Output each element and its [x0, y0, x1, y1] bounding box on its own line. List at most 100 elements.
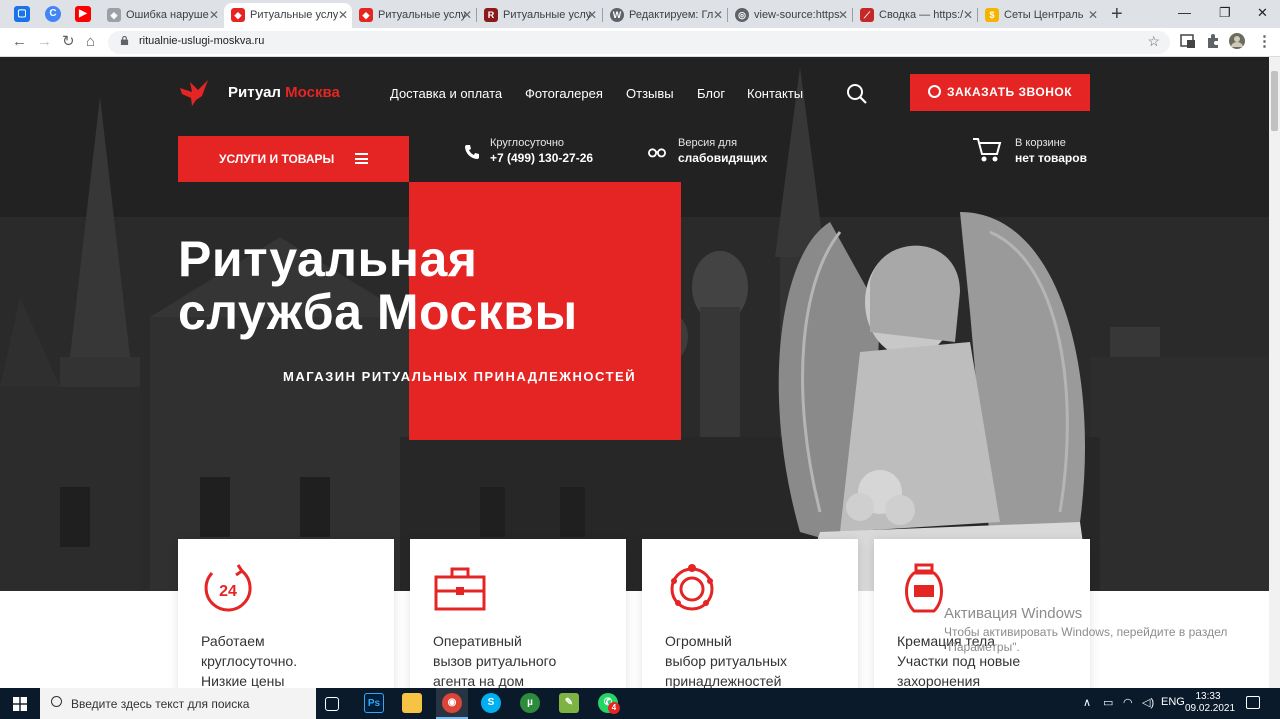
tab-close-icon[interactable]: ✕	[338, 3, 348, 28]
card-line: Низкие цены	[201, 673, 285, 688]
tab-title: Ритуальные услу	[250, 9, 339, 21]
card-line: выбор ритуальных	[665, 653, 788, 669]
volume-icon[interactable]: ◁)	[1142, 696, 1154, 709]
action-center-icon[interactable]	[1246, 696, 1260, 709]
tab-title: view-source:https	[754, 9, 840, 21]
taskbar-search-placeholder: Введите здесь текст для поиска	[71, 697, 250, 711]
minimize-icon[interactable]: —	[1178, 3, 1191, 23]
feature-card-agent[interactable]: Оперативный вызов ритуального агента на …	[410, 539, 626, 688]
network-icon[interactable]: ▭	[1103, 696, 1113, 709]
shopping-cart-icon[interactable]	[972, 137, 1002, 163]
tab-6[interactable]: ◎ view-source:https ✕	[728, 3, 852, 28]
bookmark-star-icon[interactable]: ☆	[1147, 33, 1160, 50]
nav-reviews[interactable]: Отзывы	[626, 86, 674, 101]
site-logo[interactable]: Ритуал Москва	[228, 84, 340, 101]
file-explorer-icon[interactable]	[402, 693, 422, 713]
card-line: Работаем	[201, 633, 265, 649]
phone-number-link[interactable]: +7 (499) 130-27-26	[490, 151, 593, 165]
nav-delivery[interactable]: Доставка и оплата	[390, 86, 502, 101]
card-line: агента на дом	[433, 673, 525, 688]
photoshop-icon[interactable]: Ps	[364, 693, 384, 713]
site-favicon-icon: R	[484, 8, 498, 22]
tab-close-icon[interactable]: ✕	[462, 3, 472, 28]
tab-8[interactable]: $ Сеты Централь ✕	[978, 3, 1102, 28]
tab-1[interactable]: ◈ Ошибка наруше ✕	[100, 3, 223, 28]
tab-3[interactable]: ◆ Ритуальные услу ✕	[352, 3, 476, 28]
utorrent-icon[interactable]: µ	[520, 693, 540, 713]
tab-close-icon[interactable]: ✕	[713, 3, 723, 28]
cart-label: В корзине	[1015, 137, 1066, 149]
logo-main-text: Ритуал	[228, 84, 281, 101]
extensions-puzzle-icon[interactable]	[1205, 33, 1221, 49]
order-call-button[interactable]: ЗАКАЗАТЬ ЗВОНОК	[910, 74, 1090, 111]
card-line: Оперативный	[433, 633, 522, 649]
search-icon[interactable]	[846, 83, 868, 105]
tab-4[interactable]: R Ритуальные услу ✕	[477, 3, 601, 28]
activation-text: Чтобы активировать Windows, перейдите в …	[944, 625, 1228, 654]
phone-icon	[465, 145, 479, 159]
accessibility-version-link[interactable]: слабовидящих	[678, 151, 767, 165]
reload-icon[interactable]: ↻	[62, 32, 75, 52]
language-indicator[interactable]: ENG	[1161, 696, 1185, 708]
chrome-icon[interactable]: ◉	[442, 693, 462, 713]
forward-icon[interactable]: →	[37, 32, 52, 52]
tab-title: Ошибка наруше	[126, 9, 209, 21]
browser-tab-strip: ▢ C ▶ ◈ Ошибка наруше ✕ ◆ Ритуальные усл…	[0, 0, 1280, 28]
windows-activation-watermark: Активация Windows Чтобы активировать Win…	[944, 605, 1264, 655]
pinned-tab-youtube-icon[interactable]: ▶	[75, 6, 91, 22]
logo-dove-icon[interactable]	[178, 78, 210, 108]
angel-statue-image	[778, 212, 1090, 591]
nav-blog[interactable]: Блог	[697, 86, 725, 101]
tab-title: Сеты Централь	[1004, 9, 1084, 21]
skype-icon[interactable]: S	[481, 693, 501, 713]
address-bar[interactable]: ritualnie-uslugi-moskva.ru ☆	[108, 31, 1170, 54]
close-window-icon[interactable]: ✕	[1257, 3, 1268, 23]
feature-card-goods[interactable]: Огромный выбор ритуальных принадлежносте…	[642, 539, 858, 688]
tab-close-icon[interactable]: ✕	[1088, 3, 1098, 28]
feature-card-24h[interactable]: 24 Работаем круглосуточно. Низкие цены	[178, 539, 394, 688]
services-button-label: УСЛУГИ И ТОВАРЫ	[219, 152, 335, 166]
hero-title-line-1: Ритуальная	[178, 231, 478, 287]
clock-date: 09.02.2021	[1185, 703, 1236, 714]
tab-close-icon[interactable]: ✕	[963, 3, 973, 28]
card-line: захоронения	[897, 673, 981, 688]
tab-close-icon[interactable]: ✕	[838, 3, 848, 28]
profile-avatar-icon[interactable]	[1229, 33, 1245, 49]
wifi-icon[interactable]: ◠	[1123, 696, 1133, 709]
taskbar-search-box[interactable]: Введите здесь текст для поиска	[40, 688, 316, 719]
wreath-icon	[670, 564, 714, 611]
tab-close-icon[interactable]: ✕	[587, 3, 597, 28]
tab-5[interactable]: W Редактируем: Гл ✕	[603, 3, 727, 28]
tab-close-icon[interactable]: ✕	[209, 3, 219, 28]
cart-status[interactable]: нет товаров	[1015, 151, 1087, 165]
pinned-tab-app-icon[interactable]: C	[45, 6, 61, 22]
logo-accent-text: Москва	[285, 84, 340, 101]
pinned-tab-messages-icon[interactable]: ▢	[14, 6, 30, 22]
card-line: вызов ритуального	[433, 653, 557, 669]
taskbar-clock[interactable]: 13:33 09.02.2021	[1185, 691, 1236, 715]
card-line: Огромный	[665, 633, 732, 649]
card-line: круглосуточно.	[201, 653, 298, 669]
notepad-plus-icon[interactable]: ✎	[559, 693, 579, 713]
browser-menu-icon[interactable]: ⋮	[1257, 32, 1272, 52]
tab-7[interactable]: ⟋ Сводка — https:/ ✕	[853, 3, 977, 28]
nav-gallery[interactable]: Фотогалерея	[525, 86, 603, 101]
services-and-goods-button[interactable]: УСЛУГИ И ТОВАРЫ	[178, 136, 409, 182]
hero-subtitle: МАГАЗИН РИТУАЛЬНЫХ ПРИНАДЛЕЖНОСТЕЙ	[283, 369, 637, 384]
hero-title: Ритуальная служба Москвы	[178, 233, 698, 339]
tray-overflow-icon[interactable]: ∧	[1083, 696, 1091, 709]
screen-capture-extension-icon[interactable]	[1180, 33, 1196, 49]
task-view-icon[interactable]	[325, 697, 339, 711]
phone-label: Круглосуточно	[490, 137, 565, 149]
new-tab-button[interactable]: +	[1111, 3, 1123, 25]
page-scrollbar[interactable]	[1269, 57, 1280, 688]
home-icon[interactable]: ⌂	[86, 32, 95, 52]
browser-toolbar: ← → ↻ ⌂ ritualnie-uslugi-moskva.ru ☆ ⋮	[0, 28, 1280, 57]
feature-card-text: Работаем круглосуточно. Низкие цены	[201, 631, 381, 688]
nav-contacts[interactable]: Контакты	[747, 86, 803, 101]
scrollbar-thumb[interactable]	[1271, 71, 1278, 131]
restore-icon[interactable]: ❐	[1219, 3, 1231, 23]
tab-2-active[interactable]: ◆ Ритуальные услу ✕	[224, 3, 352, 28]
back-icon[interactable]: ←	[12, 32, 27, 52]
windows-start-icon[interactable]	[13, 697, 27, 711]
